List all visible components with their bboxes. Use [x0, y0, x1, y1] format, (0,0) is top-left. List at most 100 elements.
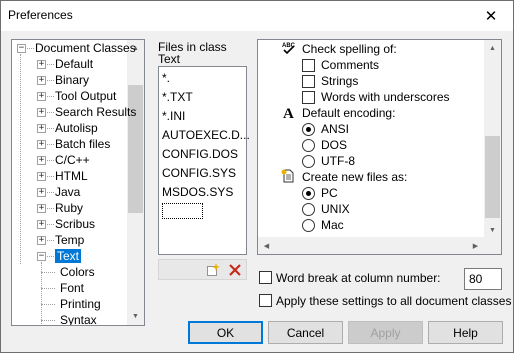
tree-item-syntax[interactable]: Syntax [60, 313, 97, 325]
help-button[interactable]: Help [428, 321, 503, 344]
option-label: UNIX [321, 202, 350, 216]
checkbox-words-with-underscores[interactable] [302, 91, 315, 104]
file-pattern-item[interactable]: AUTOEXEC.D... [162, 128, 250, 142]
preferences-dialog: Preferences ✕ ▲ ▼ − Document Classes + Defa… [0, 0, 514, 353]
options-vscrollbar[interactable]: ▲ ▼ [484, 40, 501, 239]
tree-item-autolisp[interactable]: Autolisp [55, 121, 98, 135]
tree-item-printing[interactable]: Printing [60, 297, 101, 311]
file-pattern-item[interactable]: CONFIG.SYS [162, 166, 236, 180]
expand-icon[interactable]: + [37, 140, 46, 149]
scroll-right-icon[interactable]: ▶ [467, 237, 484, 254]
option-label: Comments [321, 58, 380, 72]
file-pattern-item[interactable]: CONFIG.DOS [162, 147, 238, 161]
cancel-button[interactable]: Cancel [268, 321, 343, 344]
radio-ansi[interactable] [302, 123, 315, 136]
tree-item-search-results[interactable]: Search Results [55, 105, 136, 119]
expand-icon[interactable]: + [37, 124, 46, 133]
new-file-edit-box[interactable] [162, 203, 203, 219]
radio-unix[interactable] [302, 203, 315, 216]
expand-icon[interactable]: + [37, 204, 46, 213]
file-pattern-item[interactable]: *.INI [162, 109, 185, 123]
word-break-column-value: 80 [469, 272, 483, 286]
ok-label: OK [216, 325, 235, 340]
tree-item-scribus[interactable]: Scribus [55, 217, 95, 231]
delete-icon[interactable] [228, 263, 242, 277]
close-button[interactable]: ✕ [469, 1, 513, 31]
tree-item-default[interactable]: Default [55, 57, 93, 71]
files-list[interactable]: *. *.TXT *.INI AUTOEXEC.D... CONFIG.DOS CONFI… [158, 66, 250, 255]
checkbox-strings[interactable] [302, 75, 315, 88]
option-label: DOS [321, 138, 348, 152]
option-label: ANSI [321, 122, 350, 136]
scroll-left-icon[interactable]: ◀ [258, 237, 275, 254]
expand-icon[interactable]: + [37, 76, 46, 85]
expand-icon[interactable]: + [37, 188, 46, 197]
close-icon: ✕ [484, 8, 498, 25]
apply-label: Apply [370, 325, 401, 340]
radio-dos[interactable] [302, 139, 315, 152]
apply-button[interactable]: Apply [348, 321, 423, 344]
checkbox-comments[interactable] [302, 59, 315, 72]
tree-item-font[interactable]: Font [60, 281, 84, 295]
word-break-label: Word break at column number: [276, 271, 441, 285]
tree-item-batch-files[interactable]: Batch files [55, 137, 110, 151]
tree-connector [47, 144, 54, 145]
tree-item-c-c-[interactable]: C/C++ [55, 153, 90, 167]
tree-item-html[interactable]: HTML [55, 169, 88, 183]
expand-icon[interactable]: + [37, 220, 46, 229]
expand-icon[interactable]: + [37, 60, 46, 69]
option-label: Mac [321, 218, 344, 232]
expand-icon[interactable]: + [37, 108, 46, 117]
file-pattern-item[interactable]: MSDOS.SYS [162, 185, 233, 199]
options-hscrollbar[interactable]: ◀ ▶ [258, 237, 501, 254]
radio-pc[interactable] [302, 187, 315, 200]
document-class-tree[interactable]: ▲ ▼ − Document Classes + Default + Binary + Too… [11, 39, 145, 326]
window-title: Preferences [8, 8, 73, 22]
radio-mac[interactable] [302, 219, 315, 232]
font-icon: A [281, 105, 297, 122]
expand-icon[interactable]: + [37, 156, 46, 165]
tree-item-java[interactable]: Java [55, 185, 80, 199]
radio-utf-8[interactable] [302, 155, 315, 168]
tree-connector [47, 176, 54, 177]
tree-connector [47, 64, 54, 65]
file-pattern-item[interactable]: *.TXT [162, 90, 193, 104]
tree-connector [20, 54, 21, 264]
tree-scrollbar[interactable]: ▲ ▼ [127, 40, 144, 325]
new-document-icon [281, 169, 297, 186]
word-break-column-input[interactable]: 80 [464, 268, 502, 290]
tree-item-ruby[interactable]: Ruby [55, 201, 83, 215]
option-label: PC [321, 186, 338, 200]
cancel-label: Cancel [286, 325, 325, 340]
options-spell_heading: Check spelling of: [302, 42, 397, 56]
tree-item-tool-output[interactable]: Tool Output [55, 89, 116, 103]
collapse-icon[interactable]: − [37, 252, 46, 261]
tree-connector [47, 128, 54, 129]
tree-item-colors[interactable]: Colors [60, 265, 95, 279]
spellcheck-icon: ABC [281, 41, 297, 58]
tree-connector [41, 272, 55, 273]
file-pattern-item[interactable]: *. [162, 71, 170, 85]
collapse-icon[interactable]: − [17, 44, 26, 53]
new-item-icon[interactable] [206, 263, 220, 277]
scroll-down-icon[interactable]: ▼ [127, 308, 144, 325]
tree-connector [47, 208, 54, 209]
option-label: Strings [321, 74, 359, 88]
options-newfiles_heading: Create new files as: [302, 170, 408, 184]
options-scroll-up-icon[interactable]: ▲ [484, 40, 501, 57]
tree-item-temp[interactable]: Temp [55, 233, 84, 247]
tree-connector [47, 160, 54, 161]
option-label: UTF-8 [321, 154, 355, 168]
apply-all-checkbox[interactable] [259, 294, 272, 307]
ok-button[interactable]: OK [188, 321, 263, 344]
tree-item-text[interactable]: Text [55, 249, 82, 263]
tree-connector [47, 80, 54, 81]
tree-item-document-classes[interactable]: Document Classes [35, 41, 136, 55]
tree-item-binary[interactable]: Binary [55, 73, 89, 87]
expand-icon[interactable]: + [37, 92, 46, 101]
word-break-checkbox[interactable] [259, 271, 272, 284]
expand-icon[interactable]: + [37, 172, 46, 181]
options-scroll-thumb[interactable] [485, 136, 500, 218]
expand-icon[interactable]: + [37, 236, 46, 245]
title-bar: Preferences ✕ [1, 1, 513, 31]
